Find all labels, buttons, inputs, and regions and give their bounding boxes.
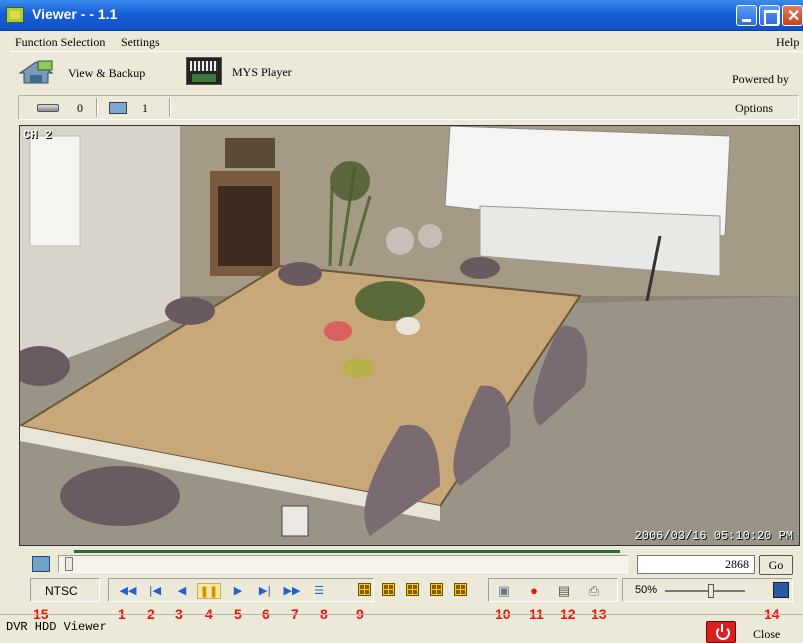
toolbar: View & Backup MYS Player Powered by	[10, 51, 803, 91]
split-screen-controls	[348, 578, 484, 602]
zoom-level: 50%	[635, 584, 658, 596]
close-label[interactable]: Close	[753, 627, 780, 642]
video-viewport[interactable]: CH 2 2006/03/16 05:10:20 PM	[19, 125, 800, 546]
film-player-icon	[186, 57, 222, 85]
snapshot-icon[interactable]	[32, 556, 50, 572]
zoom-controls: 50%	[622, 578, 793, 602]
camera-frame-image	[20, 126, 799, 545]
divider	[96, 98, 98, 117]
frame-number-input[interactable]: 2868	[637, 555, 755, 574]
mys-player-button[interactable]: MYS Player	[186, 57, 336, 87]
step-forward-icon[interactable]: ▶|	[256, 583, 274, 599]
divider	[169, 98, 171, 117]
close-icon: ✕	[787, 8, 801, 25]
playlist-icon[interactable]: ☰	[310, 583, 328, 599]
seek-thumb[interactable]	[65, 557, 73, 571]
print-icon[interactable]: ⎙	[585, 582, 603, 600]
pause-icon[interactable]: ❚❚	[197, 583, 221, 599]
powered-by-label: Powered by	[732, 72, 789, 86]
fast-forward-icon[interactable]: ▶▶	[283, 583, 301, 599]
view-backup-label: View & Backup	[68, 66, 146, 80]
window-title: Viewer - - 1.1	[32, 6, 118, 22]
reverse-play-icon[interactable]: ◀	[173, 583, 191, 599]
video-clip-icon[interactable]: ▤	[555, 582, 573, 600]
hdd-count: 0	[77, 101, 83, 115]
menu-help[interactable]: Help	[776, 35, 799, 50]
options-button[interactable]: Options	[735, 101, 773, 116]
step-back-icon[interactable]: |◀	[146, 583, 164, 599]
playback-controls: ◀◀ |◀ ◀ ❚❚ ▶ ▶| ▶▶ ☰	[108, 578, 374, 602]
go-button[interactable]: Go	[759, 555, 793, 575]
menu-settings[interactable]: Settings	[121, 35, 160, 50]
seek-progress-line	[74, 550, 620, 553]
mys-player-label: MYS Player	[232, 65, 292, 79]
timestamp-overlay: 2006/03/16 05:10:20 PM	[634, 529, 793, 543]
view-backup-button[interactable]: View & Backup	[18, 57, 178, 87]
zoom-slider-track[interactable]	[665, 590, 745, 592]
split-16-icon[interactable]	[454, 583, 467, 596]
house-icon	[18, 60, 54, 84]
title-bar[interactable]: Viewer - - 1.1 ✕	[0, 0, 803, 31]
record-icon[interactable]: ●	[525, 582, 543, 600]
menu-function-selection[interactable]: Function Selection	[15, 35, 105, 50]
hdd-icon	[37, 104, 59, 112]
fullscreen-icon[interactable]	[773, 582, 789, 598]
split-9-icon[interactable]	[430, 583, 443, 596]
play-icon[interactable]: ▶	[229, 583, 247, 599]
menu-bar: Function Selection Settings Help	[0, 31, 803, 51]
control-row: NTSC ◀◀ |◀ ◀ ❚❚ ▶ ▶| ▶▶ ☰ ▣ ● ▤ ⎙ 50%	[30, 578, 793, 604]
camera-icon[interactable]	[109, 102, 127, 114]
device-status-row: 0 1 Options	[18, 95, 799, 120]
channel-label: CH 2	[23, 128, 52, 142]
record-controls: ▣ ● ▤ ⎙	[488, 578, 618, 602]
power-icon[interactable]	[706, 621, 736, 643]
zoom-slider-thumb[interactable]	[708, 584, 714, 598]
split-8-icon[interactable]	[406, 583, 419, 596]
minimize-button[interactable]	[736, 5, 757, 26]
split-4-icon[interactable]	[358, 583, 371, 596]
split-6-icon[interactable]	[382, 583, 395, 596]
fast-rewind-icon[interactable]: ◀◀	[119, 583, 137, 599]
close-window-button[interactable]: ✕	[782, 5, 803, 26]
camera-snapshot-icon[interactable]: ▣	[495, 582, 513, 600]
camera-count: 1	[142, 101, 148, 115]
status-text: DVR HDD Viewer	[6, 620, 107, 634]
seek-slider[interactable]	[58, 555, 628, 573]
app-window: Viewer - - 1.1 ✕ Function Selection Sett…	[0, 0, 803, 643]
status-bar: DVR HDD Viewer Close	[0, 614, 803, 643]
maximize-button[interactable]	[759, 5, 780, 26]
app-icon	[6, 7, 24, 23]
video-standard-label: NTSC	[30, 578, 100, 602]
